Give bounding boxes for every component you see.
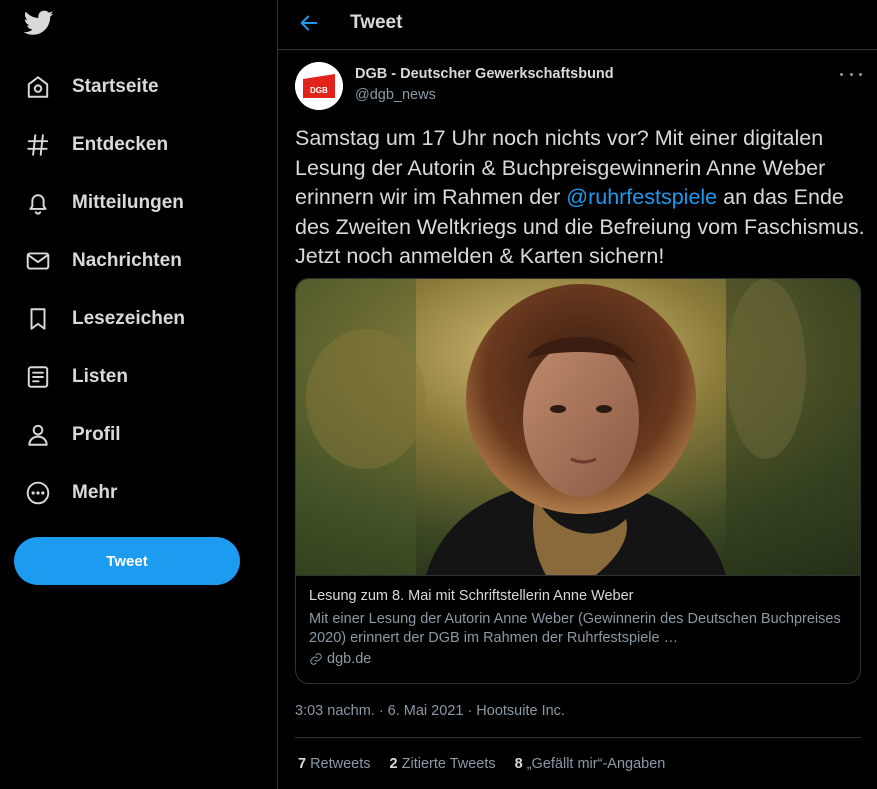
list-icon [25, 364, 51, 390]
person-icon [25, 422, 51, 448]
retweets-label: Retweets [310, 756, 371, 772]
card-body: Lesung zum 8. Mai mit Schriftstellerin A… [296, 575, 860, 683]
header-bar: Tweet [278, 0, 877, 50]
tweet-text: Samstag um 17 Uhr noch nichts vor? Mit e… [295, 124, 865, 272]
quotes-label: Zitierte Tweets [401, 756, 496, 772]
tweet-source[interactable]: Hootsuite Inc. [476, 703, 565, 719]
link-preview-card[interactable]: Lesung zum 8. Mai mit Schriftstellerin A… [295, 278, 861, 684]
quotes-count: 2 [389, 756, 398, 772]
likes-label: „Gefällt mir“-Angaben [526, 756, 666, 772]
twitter-bird-icon[interactable] [23, 10, 54, 36]
main-column: Tweet DGB DGB - Deutscher Gewerkschaftsb… [277, 0, 877, 789]
sidebar-item-label: Profil [72, 424, 121, 445]
sidebar-item-home[interactable]: Startseite [14, 58, 264, 116]
sidebar-item-profile[interactable]: Profil [14, 406, 264, 464]
more-options-button[interactable] [840, 66, 862, 82]
sidebar-item-label: Nachrichten [72, 250, 182, 271]
compose-tweet-button[interactable]: Tweet [14, 537, 240, 585]
avatar[interactable]: DGB [295, 62, 343, 110]
card-domain: dgb.de [309, 651, 371, 667]
bell-icon [25, 190, 51, 216]
link-icon [310, 653, 322, 665]
sidebar-item-label: Mehr [72, 482, 118, 503]
sidebar-item-label: Lesezeichen [72, 308, 185, 329]
more-dots-icon [849, 72, 853, 76]
separator: · [378, 703, 384, 719]
card-description: Mit einer Lesung der Autorin Anne Weber … [309, 611, 841, 646]
sidebar-item-explore[interactable]: Entdecken [14, 116, 264, 174]
sidebar: Startseite Entdecken Mitteilungen Nachri… [0, 0, 278, 789]
author-handle[interactable]: @dgb_news [355, 87, 436, 103]
separator: · [467, 703, 473, 719]
quotes-stat[interactable]: 2 Zitierte Tweets [390, 756, 496, 772]
bookmark-icon [25, 306, 51, 332]
home-icon [25, 74, 51, 100]
page-title: Tweet [350, 12, 403, 33]
more-dots-icon [859, 72, 862, 76]
sidebar-item-label: Startseite [72, 76, 159, 97]
sidebar-item-notifications[interactable]: Mitteilungen [14, 174, 264, 232]
arrow-left-icon [300, 15, 318, 31]
avatar-logo-text: DGB [310, 86, 328, 95]
tweet-meta: 3:03 nachm. · 6. Mai 2021 · Hootsuite Inc. [295, 703, 565, 719]
more-circle-icon [25, 480, 51, 506]
divider [295, 737, 861, 738]
sidebar-item-more[interactable]: Mehr [14, 464, 264, 522]
likes-stat[interactable]: 8 „Gefällt mir“-Angaben [515, 756, 666, 772]
sidebar-item-bookmarks[interactable]: Lesezeichen [14, 290, 264, 348]
sidebar-item-label: Mitteilungen [72, 192, 184, 213]
hashtag-icon [25, 132, 51, 158]
mention-link[interactable]: @ruhrfestspiele [566, 185, 717, 209]
retweets-count: 7 [298, 756, 307, 772]
sidebar-item-label: Entdecken [72, 134, 169, 155]
card-image [296, 279, 860, 575]
tweet-date[interactable]: 6. Mai 2021 [388, 703, 464, 719]
tweet-stats: 7 Retweets 2 Zitierte Tweets 8 „Gefällt mir… [298, 756, 665, 772]
sidebar-item-messages[interactable]: Nachrichten [14, 232, 264, 290]
sidebar-item-lists[interactable]: Listen [14, 348, 264, 406]
tweet-time[interactable]: 3:03 nachm. [295, 703, 375, 719]
likes-count: 8 [514, 756, 523, 772]
envelope-icon [25, 248, 51, 274]
more-dots-icon [840, 72, 843, 76]
retweets-stat[interactable]: 7 Retweets [298, 756, 371, 772]
back-button[interactable] [298, 12, 322, 36]
card-domain-text: dgb.de [327, 651, 372, 667]
card-title: Lesung zum 8. Mai mit Schriftstellerin A… [309, 588, 634, 604]
primary-nav: Startseite Entdecken Mitteilungen Nachri… [14, 58, 264, 522]
author-name[interactable]: DGB - Deutscher Gewerkschaftsbund [355, 66, 614, 82]
sidebar-item-label: Listen [72, 366, 128, 387]
